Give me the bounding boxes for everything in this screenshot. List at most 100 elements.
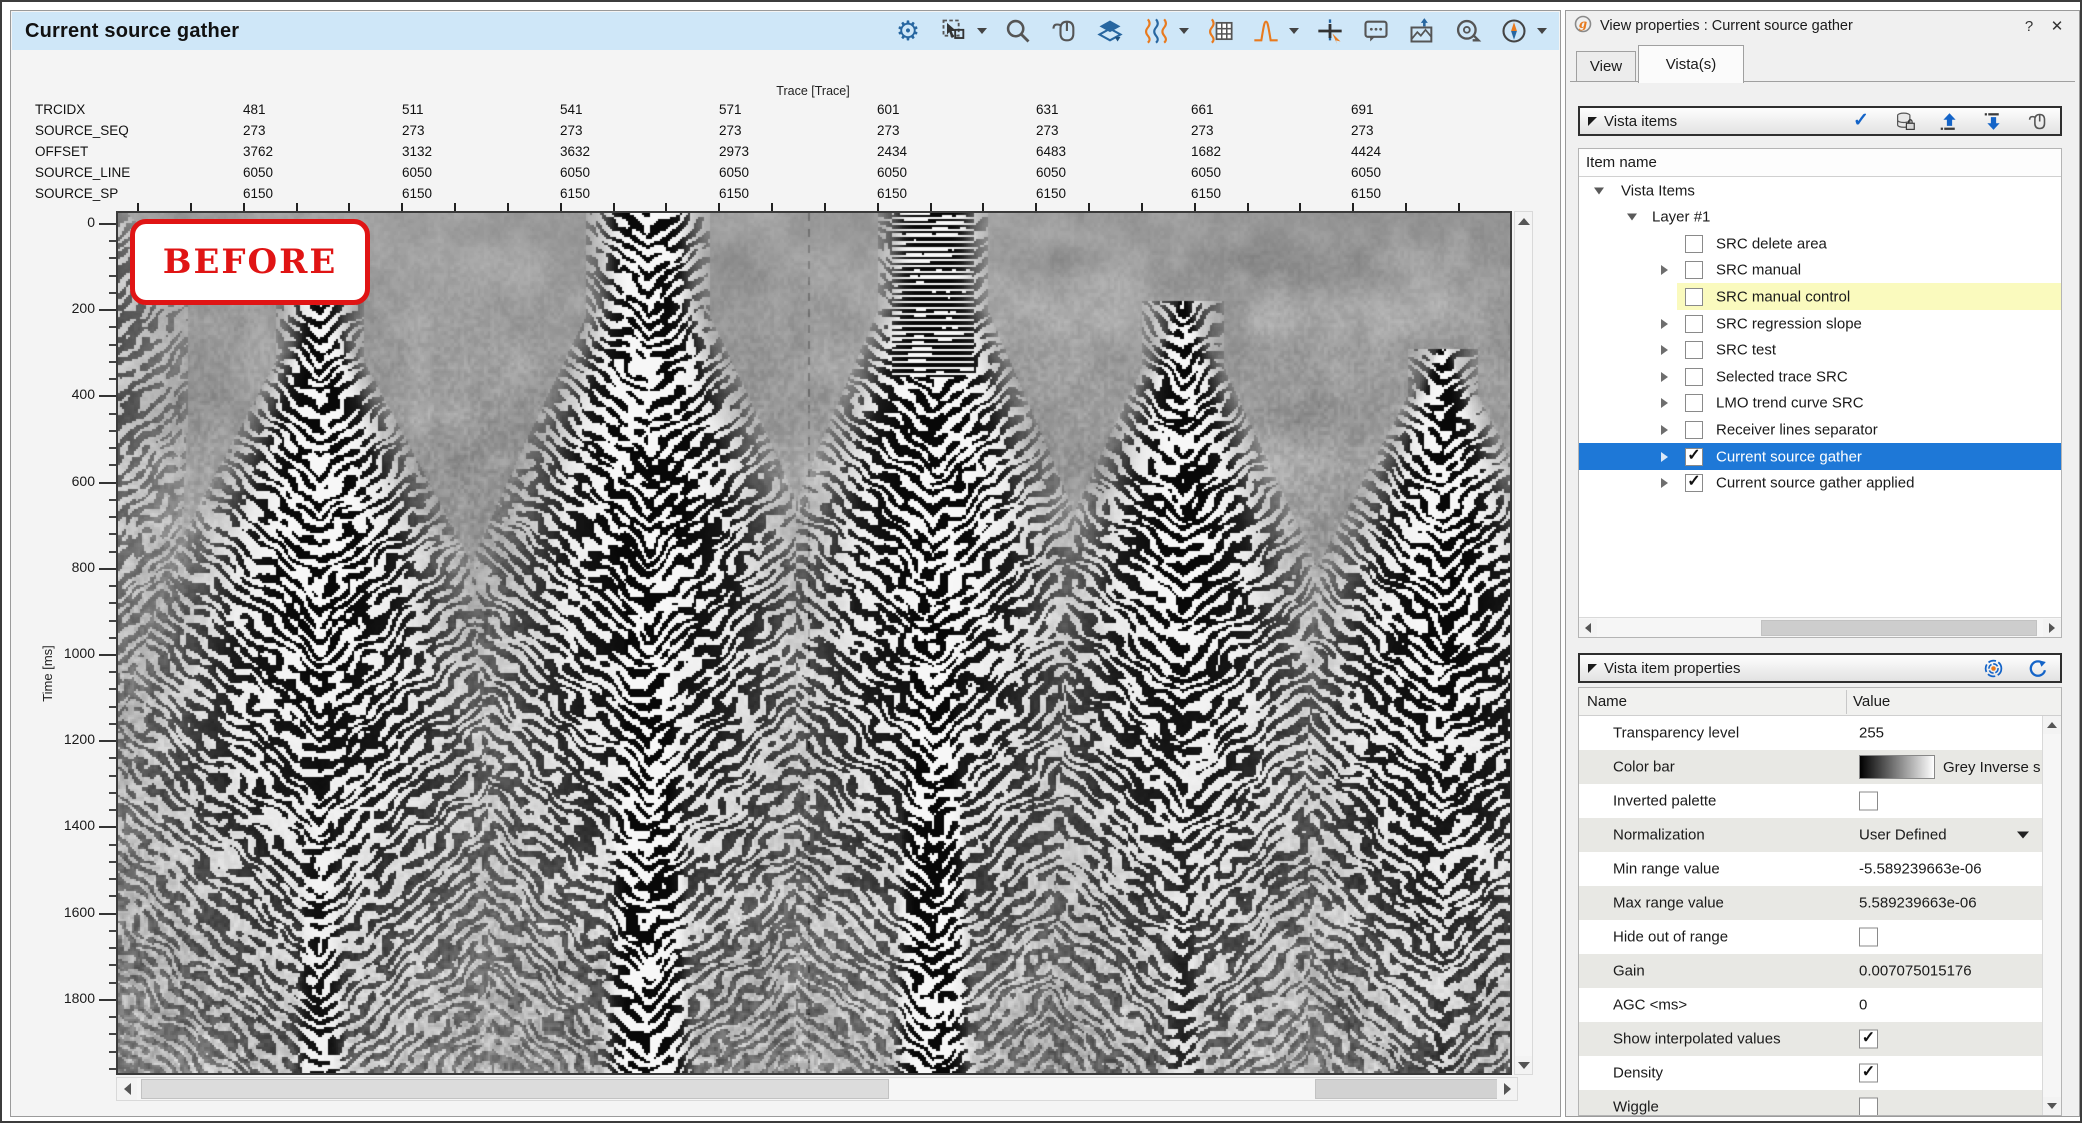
zoom-icon[interactable]	[1003, 16, 1033, 46]
measure-tape-icon[interactable]	[1453, 16, 1483, 46]
mouse-settings-icon[interactable]	[2022, 106, 2052, 136]
seismic-image[interactable]	[118, 213, 1510, 1073]
item-visibility-checkbox[interactable]	[1685, 341, 1703, 359]
property-value[interactable]	[1859, 792, 1878, 811]
chevron-right-icon[interactable]	[1661, 452, 1668, 462]
column-header-name[interactable]: Name	[1587, 688, 1627, 715]
tree-item-src-manual[interactable]: SRC manual	[1579, 257, 2061, 284]
property-value[interactable]: Grey Inverse s	[1859, 755, 2041, 779]
scroll-thumb[interactable]	[1761, 620, 2037, 636]
move-down-icon[interactable]	[1978, 106, 2008, 136]
item-visibility-checkbox[interactable]	[1685, 315, 1703, 333]
property-value[interactable]: 5.589239663e-06	[1859, 895, 1977, 912]
scroll-right-button[interactable]	[2043, 619, 2061, 637]
property-row-color-bar[interactable]: Color barGrey Inverse s	[1579, 750, 2042, 784]
value-checkbox[interactable]: ✓	[1859, 1030, 1878, 1049]
scroll-left-button[interactable]	[1579, 619, 1597, 637]
chevron-down-icon[interactable]	[977, 28, 987, 34]
item-visibility-checkbox[interactable]: ✓	[1685, 448, 1703, 466]
target-icon[interactable]	[1978, 653, 2008, 683]
chevron-down-icon[interactable]	[2017, 832, 2029, 839]
scroll-thumb[interactable]	[141, 1079, 889, 1099]
column-header-value[interactable]: Value	[1853, 688, 1890, 715]
tree-item-receiver-lines-separator[interactable]: Receiver lines separator	[1579, 416, 2061, 443]
vista-items-header[interactable]: Vista items ✓	[1578, 106, 2062, 136]
tree-column-header[interactable]: Item name	[1579, 149, 2061, 177]
chevron-down-icon[interactable]	[1179, 28, 1189, 34]
property-row-wiggle[interactable]: Wiggle	[1579, 1090, 2042, 1116]
export-image-icon[interactable]	[1407, 16, 1437, 46]
scroll-down-button[interactable]	[2043, 1097, 2061, 1115]
tree-item-src-delete-area[interactable]: SRC delete area	[1579, 230, 2061, 257]
scroll-up-button[interactable]	[2043, 716, 2061, 734]
scroll-down-button[interactable]	[1515, 1056, 1532, 1074]
property-row-show-interpolated-values[interactable]: Show interpolated values✓	[1579, 1022, 2042, 1056]
property-value[interactable]: -5.589239663e-06	[1859, 861, 1982, 878]
layers-icon[interactable]	[1095, 16, 1125, 46]
undo-icon[interactable]	[2022, 653, 2052, 683]
close-button[interactable]: ✕	[2043, 17, 2071, 35]
chevron-down-icon[interactable]	[1594, 187, 1604, 194]
tree-item-selected-trace-src[interactable]: Selected trace SRC	[1579, 363, 2061, 390]
property-value[interactable]	[1859, 928, 1878, 947]
item-visibility-checkbox[interactable]	[1685, 421, 1703, 439]
property-value[interactable]: User Defined	[1859, 827, 1947, 844]
value-checkbox[interactable]	[1859, 792, 1878, 811]
amplitude-histogram-icon[interactable]	[1251, 16, 1281, 46]
settings-gear-icon[interactable]: ⚙	[893, 16, 923, 46]
chevron-right-icon[interactable]	[1661, 345, 1668, 355]
chevron-right-icon[interactable]	[1661, 372, 1668, 382]
item-visibility-checkbox[interactable]	[1685, 235, 1703, 253]
chevron-right-icon[interactable]	[1661, 319, 1668, 329]
scroll-left-button[interactable]	[117, 1078, 137, 1100]
tree-item-layer-1[interactable]: Layer #1	[1579, 204, 2061, 231]
property-value[interactable]: 0	[1859, 997, 1867, 1014]
database-lock-icon[interactable]	[1890, 106, 1920, 136]
property-value[interactable]: ✓	[1859, 1030, 1878, 1049]
item-visibility-checkbox[interactable]	[1685, 261, 1703, 279]
tree-item-src-regression-slope[interactable]: SRC regression slope	[1579, 310, 2061, 337]
value-checkbox[interactable]	[1859, 928, 1878, 947]
property-value[interactable]: 0.007075015176	[1859, 963, 1972, 980]
crosshair-pick-icon[interactable]	[1315, 16, 1345, 46]
trace-table-icon[interactable]	[1205, 16, 1235, 46]
scroll-thumb-secondary[interactable]	[1315, 1079, 1499, 1099]
tree-item-current-source-gather-applied[interactable]: ✓Current source gather applied	[1579, 470, 2061, 497]
chevron-down-icon[interactable]	[1537, 28, 1547, 34]
property-value[interactable]	[1859, 1098, 1878, 1117]
area-select-icon[interactable]	[939, 16, 969, 46]
help-button[interactable]: ?	[2015, 18, 2043, 35]
value-checkbox[interactable]: ✓	[1859, 1064, 1878, 1083]
property-row-inverted-palette[interactable]: Inverted palette	[1579, 784, 2042, 818]
tree-item-lmo-trend-curve-src[interactable]: LMO trend curve SRC	[1579, 390, 2061, 417]
item-visibility-checkbox[interactable]: ✓	[1685, 474, 1703, 492]
property-row-hide-out-of-range[interactable]: Hide out of range	[1579, 920, 2042, 954]
item-visibility-checkbox[interactable]	[1685, 368, 1703, 386]
value-checkbox[interactable]	[1859, 1098, 1878, 1117]
properties-table-header[interactable]: Name Value	[1579, 688, 2061, 716]
property-row-agc-ms-[interactable]: AGC <ms>0	[1579, 988, 2042, 1022]
compass-icon[interactable]	[1499, 16, 1529, 46]
chevron-down-icon[interactable]	[1627, 214, 1637, 221]
tree-horizontal-scrollbar[interactable]	[1579, 617, 2061, 637]
chevron-down-icon[interactable]	[1289, 28, 1299, 34]
vista-item-properties-header[interactable]: Vista item properties	[1578, 653, 2062, 683]
tree-item-src-test[interactable]: SRC test	[1579, 337, 2061, 364]
scroll-right-button[interactable]	[1497, 1078, 1517, 1100]
property-row-gain[interactable]: Gain0.007075015176	[1579, 954, 2042, 988]
property-row-transparency-level[interactable]: Transparency level255	[1579, 716, 2042, 750]
property-row-density[interactable]: Density✓	[1579, 1056, 2042, 1090]
wiggle-display-icon[interactable]	[1141, 16, 1171, 46]
tab-view[interactable]: View	[1576, 51, 1636, 82]
tree-item-vista-items[interactable]: Vista Items	[1579, 177, 2061, 204]
tab-vistas[interactable]: Vista(s)	[1638, 45, 1744, 83]
chevron-right-icon[interactable]	[1661, 478, 1668, 488]
property-row-normalization[interactable]: NormalizationUser Defined	[1579, 818, 2042, 852]
scroll-up-button[interactable]	[1515, 212, 1532, 230]
property-value[interactable]: ✓	[1859, 1064, 1878, 1083]
apply-check-icon[interactable]: ✓	[1846, 106, 1876, 136]
colorbar-gradient-swatch[interactable]	[1859, 755, 1935, 779]
column-divider[interactable]	[1846, 690, 1847, 714]
tree-item-src-manual-control[interactable]: SRC manual control	[1579, 283, 2061, 310]
tree-item-current-source-gather[interactable]: ✓Current source gather	[1579, 443, 2061, 470]
